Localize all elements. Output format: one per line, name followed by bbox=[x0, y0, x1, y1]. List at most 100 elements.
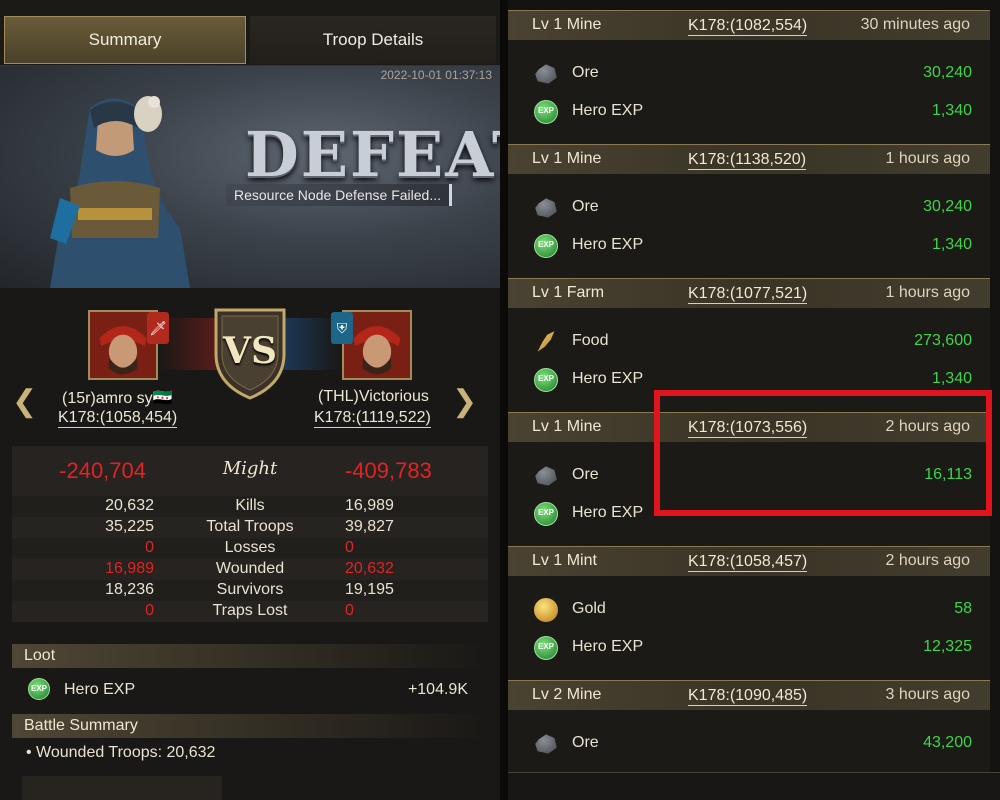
reward-item: EXP Hero EXP 1,340 bbox=[534, 97, 974, 127]
node-coordinates-link[interactable]: K178:(1077,521) bbox=[688, 284, 808, 304]
hero-exp-icon: EXP bbox=[28, 678, 50, 700]
loot-header: Loot bbox=[12, 644, 488, 668]
reward-value: 273,600 bbox=[914, 332, 972, 349]
reward-item: Gold 58 bbox=[534, 595, 974, 625]
report-body: Ore 30,240 EXP Hero EXP 1,340 bbox=[508, 40, 990, 144]
node-title: Lv 2 Mine bbox=[532, 686, 602, 703]
defeat-banner: DEFEAT Resource Node Defense Failed... bbox=[0, 66, 500, 288]
bottom-toolbar bbox=[508, 772, 1000, 800]
reward-label: Hero EXP bbox=[572, 504, 644, 521]
hero-exp-icon: EXP bbox=[534, 502, 558, 526]
reward-label: Hero EXP bbox=[572, 102, 644, 119]
report-time: 1 hours ago bbox=[885, 150, 970, 167]
defender-stat-value: 0 bbox=[345, 539, 354, 556]
reward-value: 30,240 bbox=[923, 198, 972, 215]
reward-label: Hero EXP bbox=[572, 370, 644, 387]
defeat-title: DEFEAT bbox=[245, 118, 500, 191]
reward-item: Ore 30,240 bbox=[534, 59, 974, 89]
report-body: Ore 30,240 EXP Hero EXP 1,340 bbox=[508, 174, 990, 278]
stat-row: 16,989 Wounded 20,632 bbox=[12, 559, 488, 580]
tab-troop-details[interactable]: Troop Details bbox=[250, 16, 496, 64]
hero-exp-icon: EXP bbox=[534, 368, 558, 392]
gold-icon bbox=[534, 598, 558, 622]
tab-summary[interactable]: Summary bbox=[4, 16, 246, 64]
reward-label: Gold bbox=[572, 600, 606, 617]
reward-item: EXP Hero EXP 1,340 bbox=[534, 231, 974, 261]
stat-row: 20,632 Kills 16,989 bbox=[12, 496, 488, 517]
report-header[interactable]: Lv 1 Mine K178:(1138,520) 1 hours ago bbox=[508, 144, 990, 174]
reward-value: 1,340 bbox=[931, 102, 972, 119]
stat-label: Wounded bbox=[215, 560, 285, 577]
attacker-might-change: -240,704 bbox=[59, 458, 146, 483]
hero-exp-icon: EXP bbox=[534, 100, 558, 124]
defender-name: (THL)Victorious bbox=[318, 388, 429, 405]
attacker-coordinates-link[interactable]: K178:(1058,454) bbox=[58, 408, 178, 428]
loot-item: EXP Hero EXP +104.9K bbox=[28, 678, 478, 704]
defender-might-change: -409,783 bbox=[345, 458, 432, 483]
node-title: Lv 1 Farm bbox=[532, 284, 605, 301]
reward-label: Ore bbox=[572, 198, 599, 215]
stat-row: 35,225 Total Troops 39,827 bbox=[12, 517, 488, 538]
loot-item-label: Hero EXP bbox=[64, 681, 136, 698]
report-header[interactable]: Lv 2 Mine K178:(1090,485) 3 hours ago bbox=[508, 680, 990, 710]
hero-illustration bbox=[50, 96, 190, 288]
reward-value: 12,325 bbox=[923, 638, 972, 655]
next-section-header bbox=[22, 776, 222, 800]
reward-value: 1,340 bbox=[931, 236, 972, 253]
reward-label: Ore bbox=[572, 64, 599, 81]
report-timestamp: 2022-10-01 01:37:13 bbox=[380, 68, 492, 82]
attacker-stat-value: 0 bbox=[145, 602, 154, 619]
next-report-arrow-icon[interactable]: ❯ bbox=[452, 384, 477, 419]
shield-icon: ⛨ bbox=[331, 312, 353, 344]
report-time: 2 hours ago bbox=[885, 552, 970, 569]
gathering-reports-list[interactable]: Lv 1 Mine K178:(1082,554) 30 minutes ago Or… bbox=[508, 0, 1000, 800]
panel-divider bbox=[500, 0, 508, 800]
tab-bar: Summary Troop Details bbox=[0, 0, 500, 66]
reward-item: Ore 43,200 bbox=[534, 729, 974, 759]
stat-label: Survivors bbox=[216, 581, 284, 598]
reward-item: Food 273,600 bbox=[534, 327, 974, 357]
stat-row: 0 Traps Lost 0 bbox=[12, 601, 488, 622]
loot-item-value: +104.9K bbox=[407, 681, 468, 698]
attacker-stat-value: 20,632 bbox=[105, 497, 154, 514]
report-header[interactable]: Lv 1 Mint K178:(1058,457) 2 hours ago bbox=[508, 546, 990, 576]
hero-exp-icon: EXP bbox=[534, 234, 558, 258]
node-coordinates-link[interactable]: K178:(1082,554) bbox=[688, 16, 808, 36]
node-title: Lv 1 Mine bbox=[532, 150, 602, 167]
attacker-stat-value: 16,989 bbox=[105, 560, 154, 577]
report-time: 1 hours ago bbox=[885, 284, 970, 301]
ore-icon bbox=[535, 198, 557, 218]
defender-coordinates-link[interactable]: K178:(1119,522) bbox=[314, 408, 431, 428]
stat-label: Kills bbox=[235, 497, 265, 514]
report-header[interactable]: Lv 1 Farm K178:(1077,521) 1 hours ago bbox=[508, 278, 990, 308]
report-body: Gold 58 EXP Hero EXP 12,325 bbox=[508, 576, 990, 680]
reward-value: 58 bbox=[954, 600, 972, 617]
node-title: Lv 1 Mint bbox=[532, 552, 597, 569]
report-time: 30 minutes ago bbox=[860, 16, 970, 33]
attacker-name: (15r)amro sy🇸🇾 bbox=[62, 390, 173, 407]
reward-value: 30,240 bbox=[923, 64, 972, 81]
reward-label: Food bbox=[572, 332, 609, 349]
battle-summary-line: • Wounded Troops: 20,632 bbox=[26, 744, 216, 761]
node-coordinates-link[interactable]: K178:(1058,457) bbox=[688, 552, 808, 572]
ore-icon bbox=[535, 64, 557, 84]
food-icon bbox=[537, 331, 555, 352]
reward-label: Hero EXP bbox=[572, 236, 644, 253]
attacker-stat-value: 0 bbox=[145, 539, 154, 556]
reward-label: Hero EXP bbox=[572, 638, 644, 655]
stat-row: 0 Losses 0 bbox=[12, 538, 488, 559]
defender-stat-value: 19,195 bbox=[345, 581, 394, 598]
stat-label: Losses bbox=[224, 539, 276, 556]
report-header[interactable]: Lv 1 Mine K178:(1082,554) 30 minutes ago bbox=[508, 10, 990, 40]
reward-value: 1,340 bbox=[931, 370, 972, 387]
reward-item: Ore 30,240 bbox=[534, 193, 974, 223]
reward-label: Ore bbox=[572, 734, 599, 751]
node-coordinates-link[interactable]: K178:(1138,520) bbox=[688, 150, 807, 170]
previous-report-arrow-icon[interactable]: ❮ bbox=[12, 384, 37, 419]
attacker-stat-value: 18,236 bbox=[105, 581, 154, 598]
reward-item: EXP Hero EXP 12,325 bbox=[534, 633, 974, 663]
node-coordinates-link[interactable]: K178:(1090,485) bbox=[688, 686, 808, 706]
versus-section: 🗡 ⛨ VS ❮ ❯ (15r)amro sy🇸🇾 (THL)Victoriou… bbox=[0, 288, 500, 438]
node-title: Lv 1 Mine bbox=[532, 16, 602, 33]
stat-row: 18,236 Survivors 19,195 bbox=[12, 580, 488, 601]
